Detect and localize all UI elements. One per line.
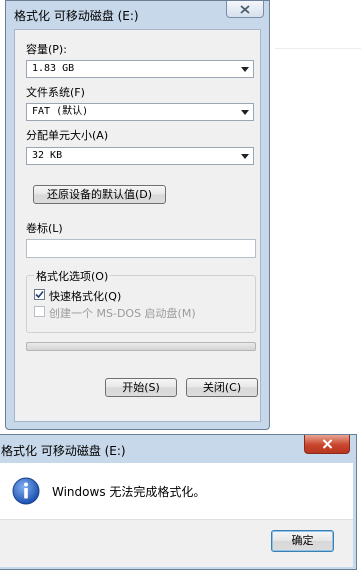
format-dialog-title: 格式化 可移动磁盘 (E:)	[14, 9, 139, 23]
close-button[interactable]: 关闭(C)	[186, 378, 258, 397]
capacity-value: 1.83 GB	[32, 63, 75, 74]
allocation-value: 32 KB	[32, 150, 63, 161]
chevron-down-icon	[241, 110, 249, 115]
error-message-box: 格式化 可移动磁盘 (E:) Windows 无法完成格式化。 确定	[0, 434, 357, 570]
quick-format-checkbox[interactable]	[34, 289, 45, 300]
message-text: Windows 无法完成格式化。	[52, 485, 206, 499]
background-divider	[275, 48, 361, 49]
info-icon	[12, 477, 40, 505]
volume-label-label: 卷标(L)	[26, 222, 63, 235]
allocation-label: 分配单元大小(A)	[26, 129, 109, 142]
msdos-boot-label: 创建一个 MS-DOS 启动盘(M)	[49, 307, 196, 320]
format-dialog: 格式化 可移动磁盘 (E:) 容量(P): 1.83 GB 文件系统(F) FA…	[5, 0, 270, 430]
chevron-down-icon	[241, 67, 249, 72]
format-dialog-body: 容量(P): 1.83 GB 文件系统(F) FAT (默认) 分配单元大小(A…	[14, 29, 261, 422]
message-box-body: Windows 无法完成格式化。	[0, 463, 353, 519]
capacity-select[interactable]: 1.83 GB	[26, 60, 254, 78]
format-progress-bar	[26, 342, 256, 351]
format-options-title: 格式化选项(O)	[34, 268, 111, 284]
start-button[interactable]: 开始(S)	[105, 378, 177, 397]
restore-defaults-button[interactable]: 还原设备的默认值(D)	[33, 185, 166, 204]
ok-button[interactable]: 确定	[271, 530, 334, 552]
allocation-select[interactable]: 32 KB	[26, 147, 254, 165]
close-icon	[322, 439, 332, 449]
quick-format-label: 快速格式化(Q)	[49, 290, 122, 303]
format-options-group: 格式化选项(O) 快速格式化(Q) 创建一个 MS-DOS 启动盘(M)	[26, 268, 256, 333]
message-box-footer: 确定	[0, 519, 353, 567]
close-icon	[240, 4, 250, 14]
format-dialog-close-button[interactable]	[226, 1, 264, 18]
msdos-boot-checkbox[interactable]	[34, 306, 45, 317]
chevron-down-icon	[241, 154, 249, 159]
filesystem-label: 文件系统(F)	[26, 86, 85, 99]
message-box-title: 格式化 可移动磁盘 (E:)	[1, 444, 126, 458]
filesystem-value: FAT (默认)	[32, 106, 89, 117]
message-box-close-button[interactable]	[304, 435, 350, 454]
filesystem-select[interactable]: FAT (默认)	[26, 103, 254, 121]
volume-label-input[interactable]	[26, 239, 256, 258]
checkmark-icon	[35, 290, 44, 299]
capacity-label: 容量(P):	[26, 43, 67, 56]
